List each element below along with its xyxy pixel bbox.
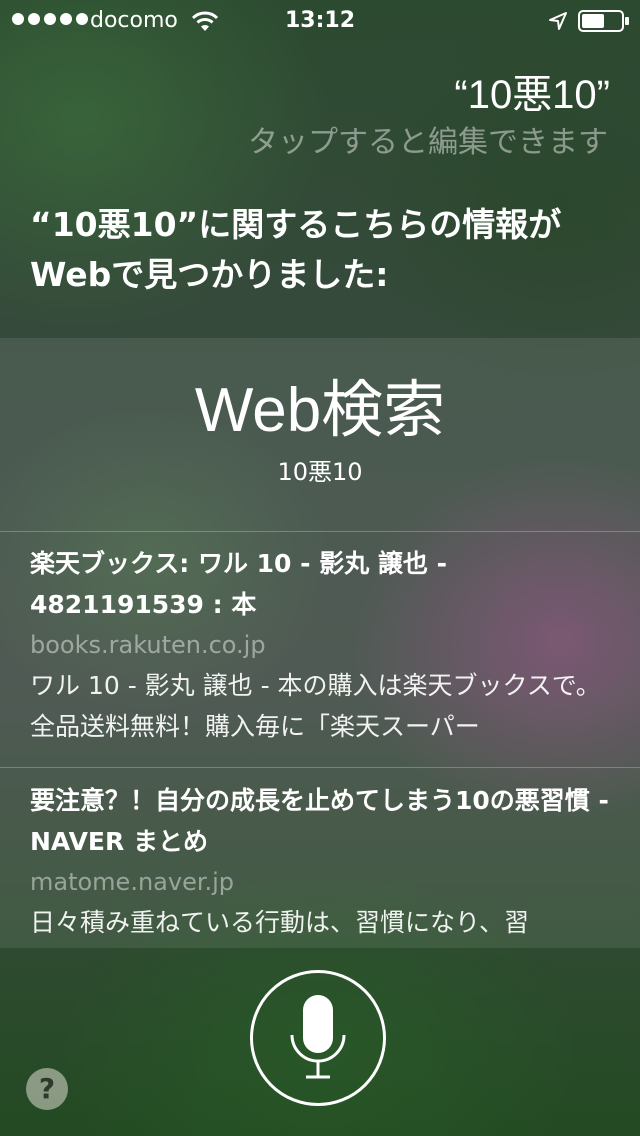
search-result-snippet: ワル 10 - 影丸 譲也 - 本の購入は楽天ブックスで。全品送料無料！購入毎に… (30, 671, 601, 741)
web-search-query: 10悪10 (277, 458, 363, 486)
divider (0, 531, 640, 532)
search-result-title[interactable]: 楽天ブックス: ワル 10 - 影丸 譲也 - 4821191539 : 本 (30, 543, 620, 625)
search-result-title[interactable]: 要注意？！自分の成長を止めてしまう10の悪習慣 - NAVER まとめ (30, 780, 620, 862)
search-result-url: books.rakuten.co.jp (30, 631, 266, 659)
battery-icon (578, 10, 629, 32)
search-result-item[interactable]: 要注意？！自分の成長を止めてしまう10の悪習慣 - NAVER まとめ mato… (30, 780, 620, 948)
siri-response-text: “10悪10”に関するこちらの情報がWebで見つかりました: (30, 205, 562, 294)
location-arrow-icon (549, 12, 567, 30)
search-result-item[interactable]: 楽天ブックス: ワル 10 - 影丸 譲也 - 4821191539 : 本 b… (30, 543, 620, 747)
siri-mic-button[interactable] (250, 970, 386, 1106)
web-search-card: Web検索 10悪10 楽天ブックス: ワル 10 - 影丸 譲也 - 4821… (0, 338, 640, 948)
divider (0, 767, 640, 768)
status-time: 13:12 (284, 8, 356, 33)
web-search-title: Web検索 (194, 376, 446, 445)
status-bar: docomo 13:12 (0, 0, 640, 40)
siri-query-text[interactable]: “10悪10” (454, 70, 610, 120)
search-result-url: matome.naver.jp (30, 868, 235, 896)
microphone-icon (290, 995, 346, 1079)
help-button[interactable]: ? (26, 1068, 68, 1110)
tap-to-edit-hint: タップすると編集できます (248, 125, 608, 160)
search-result-snippet: 日々積み重ねている行動は、習慣になり、習 (30, 908, 530, 937)
